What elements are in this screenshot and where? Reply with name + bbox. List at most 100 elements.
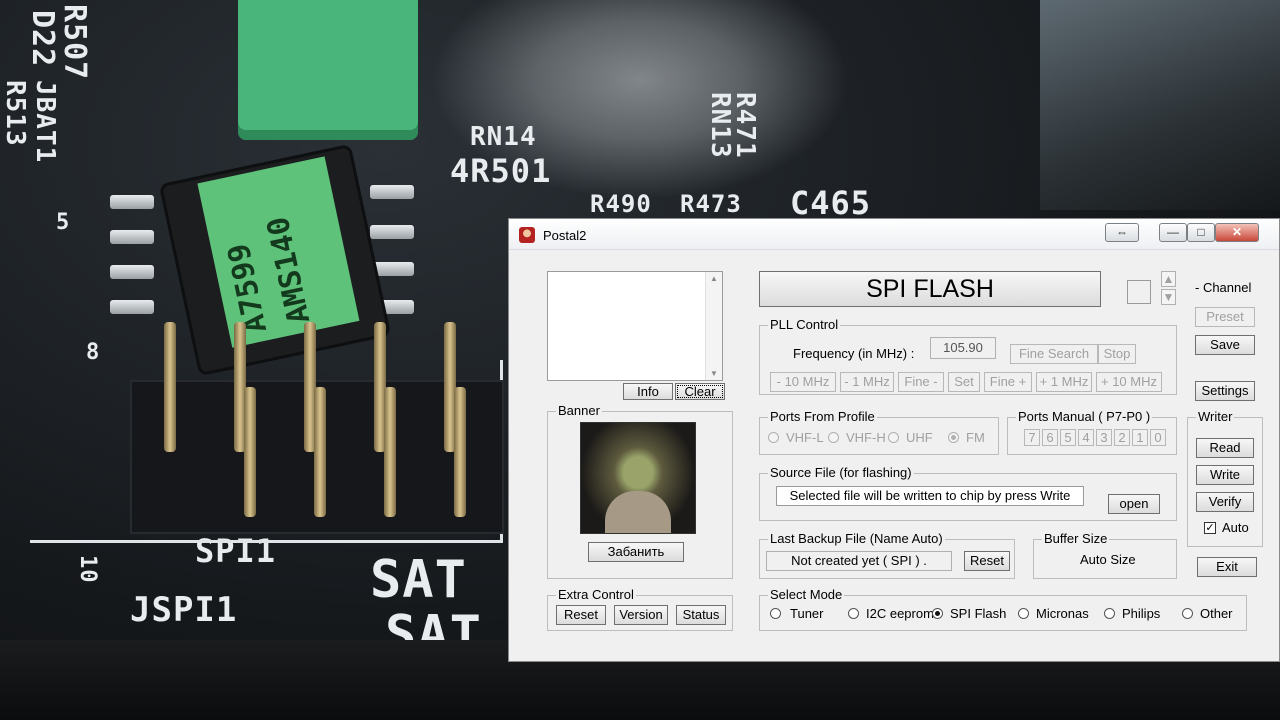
mode-micronas-radio[interactable] [1018, 608, 1029, 619]
mode-philips-label: Philips [1122, 606, 1161, 621]
backup-reset-button[interactable]: Reset [964, 551, 1010, 571]
mode-philips-radio[interactable] [1104, 608, 1115, 619]
header-pin [454, 387, 466, 517]
minus-1mhz-button[interactable]: - 1 MHz [840, 372, 894, 392]
backup-field[interactable]: Not created yet ( SPI ) . [766, 551, 952, 571]
log-listbox[interactable]: ▲ ▼ [547, 271, 723, 381]
scroll-up-icon[interactable]: ▲ [710, 274, 718, 283]
buffer-size-title: Buffer Size [1042, 531, 1110, 546]
source-file-field[interactable]: Selected file will be written to chip by… [776, 486, 1084, 506]
port-bit-4[interactable]: 4 [1078, 429, 1094, 446]
spi-pin-header [130, 322, 504, 534]
silk-d22: D22 [25, 10, 60, 68]
mode-spi-radio[interactable] [932, 608, 943, 619]
silk-rn14: RN14 [470, 122, 537, 152]
save-button[interactable]: Save [1195, 335, 1255, 355]
set-button[interactable]: Set [948, 372, 980, 392]
buffer-size-group: Buffer Size Auto Size [1033, 531, 1177, 579]
silk-r473: R473 [680, 190, 742, 218]
port-bit-0[interactable]: 0 [1150, 429, 1166, 446]
fine-search-button[interactable]: Fine Search [1010, 344, 1098, 364]
port-vhfh-label: VHF-H [846, 430, 886, 445]
port-bit-2[interactable]: 2 [1114, 429, 1130, 446]
port-fm-radio[interactable] [948, 432, 959, 443]
silk-10: 10 [75, 555, 100, 584]
header-pin [244, 387, 256, 517]
minimize-button[interactable]: — [1159, 223, 1187, 242]
banner-title: Banner [556, 403, 602, 418]
port-vhfl-label: VHF-L [786, 430, 824, 445]
frequency-label: Frequency (in MHz) : [793, 346, 915, 361]
window-title: Postal2 [543, 228, 587, 243]
scroll-down-icon[interactable]: ▼ [710, 369, 718, 378]
backup-group: Last Backup File (Name Auto) Not created… [759, 531, 1015, 579]
channel-down-icon[interactable]: ▼ [1161, 289, 1176, 305]
verify-button[interactable]: Verify [1196, 492, 1254, 512]
preset-button[interactable]: Preset [1195, 307, 1255, 327]
settings-button[interactable]: Settings [1195, 381, 1255, 401]
port-bit-1[interactable]: 1 [1132, 429, 1148, 446]
chip-marking: A7599 AMS140 [197, 156, 360, 348]
silk-r507: R507 [57, 4, 92, 81]
channel-label: - Channel [1195, 280, 1252, 295]
mode-other-radio[interactable] [1182, 608, 1193, 619]
writer-group: Writer Read Write Verify ✓ Auto [1187, 409, 1263, 547]
open-button[interactable]: open [1108, 494, 1160, 514]
mode-other-label: Other [1200, 606, 1233, 621]
ports-manual-group: Ports Manual ( P7-P0 ) 7 6 5 4 3 2 1 0 [1007, 409, 1177, 455]
minus-10mhz-button[interactable]: - 10 MHz [770, 372, 836, 392]
silk-c465: C465 [790, 184, 872, 222]
chip-type-button[interactable]: SPI FLASH [759, 271, 1101, 307]
channel-box[interactable] [1127, 280, 1151, 304]
log-scrollbar[interactable]: ▲ ▼ [705, 272, 722, 380]
channel-up-icon[interactable]: ▲ [1161, 271, 1176, 287]
port-bit-5[interactable]: 5 [1060, 429, 1076, 446]
port-fm-label: FM [966, 430, 985, 445]
chip-pin [110, 300, 154, 314]
port-bit-7[interactable]: 7 [1024, 429, 1040, 446]
fine-minus-button[interactable]: Fine - [898, 372, 944, 392]
swap-button[interactable]: ⇔ [1105, 223, 1139, 242]
mode-tuner-label: Tuner [790, 606, 824, 621]
writer-title: Writer [1196, 409, 1235, 424]
exit-button[interactable]: Exit [1197, 557, 1257, 577]
header-pin [164, 322, 176, 452]
auto-checkbox[interactable]: ✓ [1204, 522, 1216, 534]
port-vhfh-radio[interactable] [828, 432, 839, 443]
title-bar[interactable]: Postal2 ⇔ — □ ✕ [509, 219, 1279, 250]
source-file-title: Source File (for flashing) [768, 465, 914, 480]
mode-i2c-radio[interactable] [848, 608, 859, 619]
write-button[interactable]: Write [1196, 465, 1254, 485]
close-button[interactable]: ✕ [1215, 223, 1259, 242]
frequency-field[interactable]: 105.90 [930, 337, 996, 359]
chip-pin [370, 185, 414, 199]
stop-button[interactable]: Stop [1098, 344, 1136, 364]
port-uhf-radio[interactable] [888, 432, 899, 443]
status-button[interactable]: Status [676, 605, 726, 625]
version-button[interactable]: Version [614, 605, 668, 625]
extra-reset-button[interactable]: Reset [556, 605, 606, 625]
plus-1mhz-button[interactable]: + 1 MHz [1036, 372, 1092, 392]
read-button[interactable]: Read [1196, 438, 1254, 458]
plus-10mhz-button[interactable]: + 10 MHz [1096, 372, 1162, 392]
chip-pin [110, 230, 154, 244]
maximize-button[interactable]: □ [1187, 223, 1215, 242]
port-bit-6[interactable]: 6 [1042, 429, 1058, 446]
backup-title: Last Backup File (Name Auto) [768, 531, 945, 546]
info-button[interactable]: Info [623, 383, 673, 400]
ban-button[interactable]: Забанить [588, 542, 684, 562]
port-bit-3[interactable]: 3 [1096, 429, 1112, 446]
heatsink [1040, 0, 1280, 210]
silk-sat-1: SAT [370, 550, 467, 610]
silk-rn13: RN13 [705, 92, 735, 159]
clear-button[interactable]: Clear [675, 383, 725, 400]
ports-profile-group: Ports From Profile VHF-L VHF-H UHF FM [759, 409, 999, 455]
select-mode-title: Select Mode [768, 587, 845, 602]
mode-tuner-radio[interactable] [770, 608, 781, 619]
select-mode-group: Select Mode Tuner I2C eeprom SPI Flash M… [759, 587, 1247, 631]
port-uhf-label: UHF [906, 430, 933, 445]
fine-plus-button[interactable]: Fine + [984, 372, 1032, 392]
silk-r490: R490 [590, 190, 652, 218]
auto-label: Auto [1222, 520, 1249, 535]
port-vhfl-radio[interactable] [768, 432, 779, 443]
